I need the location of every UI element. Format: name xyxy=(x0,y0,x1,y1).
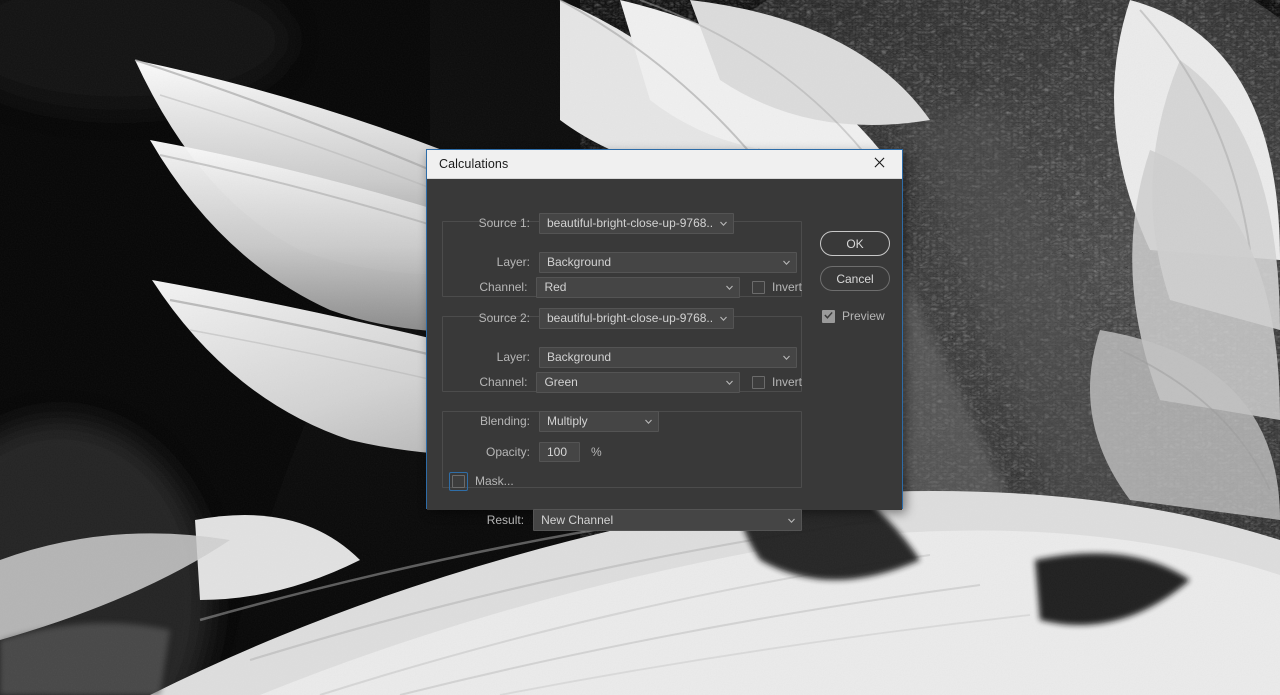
close-button[interactable] xyxy=(857,150,902,177)
chevron-down-icon xyxy=(781,257,792,268)
cancel-button[interactable]: Cancel xyxy=(820,266,890,291)
checkbox-box xyxy=(751,280,765,294)
cancel-button-label: Cancel xyxy=(836,271,874,286)
source-2-invert-checkbox[interactable]: Invert xyxy=(751,375,802,389)
source-1-layer-label: Layer: xyxy=(496,255,530,269)
opacity-label: Opacity: xyxy=(485,445,530,459)
source-2-label: Source 2: xyxy=(478,311,530,325)
mask-row: Mask... xyxy=(449,470,514,492)
ok-button[interactable]: OK xyxy=(820,231,890,256)
source-1-channel-value: Red xyxy=(544,280,567,294)
source-1-select[interactable]: beautiful-bright-close-up-9768... xyxy=(539,212,734,234)
source-2-layer-value: Background xyxy=(547,350,612,364)
source-2-invert-label: Invert xyxy=(771,375,802,389)
source-1-layer-value: Background xyxy=(547,255,612,269)
checkbox-box xyxy=(751,375,765,389)
opacity-input[interactable]: 100 xyxy=(539,442,580,462)
source-1-channel-row: Channel: Red Invert xyxy=(452,276,802,298)
blending-row: Blending: Multiply xyxy=(452,410,802,432)
source-1-channel-select[interactable]: Red xyxy=(536,276,740,298)
close-icon xyxy=(874,157,885,171)
chevron-down-icon xyxy=(718,313,729,324)
source-2-channel-value: Green xyxy=(544,375,578,389)
source-2-row: Source 2: beautiful-bright-close-up-9768… xyxy=(452,307,802,329)
blending-value: Multiply xyxy=(547,414,588,428)
source-2-channel-label: Channel: xyxy=(479,375,528,389)
chevron-down-icon xyxy=(786,515,797,526)
source-1-value: beautiful-bright-close-up-9768... xyxy=(547,216,714,230)
source-2-layer-select[interactable]: Background xyxy=(539,346,797,368)
mask-checkbox[interactable]: Mask... xyxy=(449,471,514,491)
checkmark-icon xyxy=(824,309,833,323)
chevron-down-icon xyxy=(718,218,729,229)
source-2-layer-row: Layer: Background xyxy=(452,346,802,368)
opacity-row: Opacity: 100 % xyxy=(452,441,802,463)
preview-checkbox[interactable]: Preview xyxy=(822,309,885,323)
blending-select[interactable]: Multiply xyxy=(539,410,659,432)
dialog-title: Calculations xyxy=(439,157,509,171)
source-1-invert-label: Invert xyxy=(771,280,802,294)
chevron-down-icon xyxy=(643,416,654,427)
source-1-channel-label: Channel: xyxy=(479,280,528,294)
ok-button-label: OK xyxy=(846,236,864,251)
preview-label: Preview xyxy=(842,309,885,323)
calculations-dialog: Calculations Source 1: beautiful-bright-… xyxy=(426,149,903,531)
opacity-value: 100 xyxy=(547,445,568,459)
result-select[interactable]: New Channel xyxy=(533,509,802,531)
source-1-label: Source 1: xyxy=(478,216,530,230)
mask-label: Mask... xyxy=(475,474,514,488)
source-2-select[interactable]: beautiful-bright-close-up-9768... xyxy=(539,307,734,329)
source-1-invert-checkbox[interactable]: Invert xyxy=(751,280,802,294)
chevron-down-icon xyxy=(724,377,735,388)
source-2-channel-row: Channel: Green Invert xyxy=(452,371,802,393)
source-2-value: beautiful-bright-close-up-9768... xyxy=(547,311,714,325)
opacity-unit: % xyxy=(591,445,602,459)
source-1-layer-row: Layer: Background xyxy=(452,251,802,273)
result-label: Result: xyxy=(486,513,525,527)
screen: Calculations Source 1: beautiful-bright-… xyxy=(0,0,1280,695)
chevron-down-icon xyxy=(724,282,735,293)
source-1-layer-select[interactable]: Background xyxy=(539,251,797,273)
focus-ring xyxy=(449,471,468,491)
checkbox-box xyxy=(452,474,465,488)
chevron-down-icon xyxy=(781,352,792,363)
dialog-body: Source 1: beautiful-bright-close-up-9768… xyxy=(427,179,902,531)
source-2-layer-label: Layer: xyxy=(496,350,530,364)
checkbox-box xyxy=(822,309,835,323)
source-2-channel-select[interactable]: Green xyxy=(536,371,740,393)
blending-label: Blending: xyxy=(479,414,530,428)
result-value: New Channel xyxy=(541,513,614,527)
dialog-titlebar[interactable]: Calculations xyxy=(427,150,902,179)
source-1-row: Source 1: beautiful-bright-close-up-9768… xyxy=(452,212,802,234)
result-row: Result: New Channel xyxy=(452,509,802,531)
